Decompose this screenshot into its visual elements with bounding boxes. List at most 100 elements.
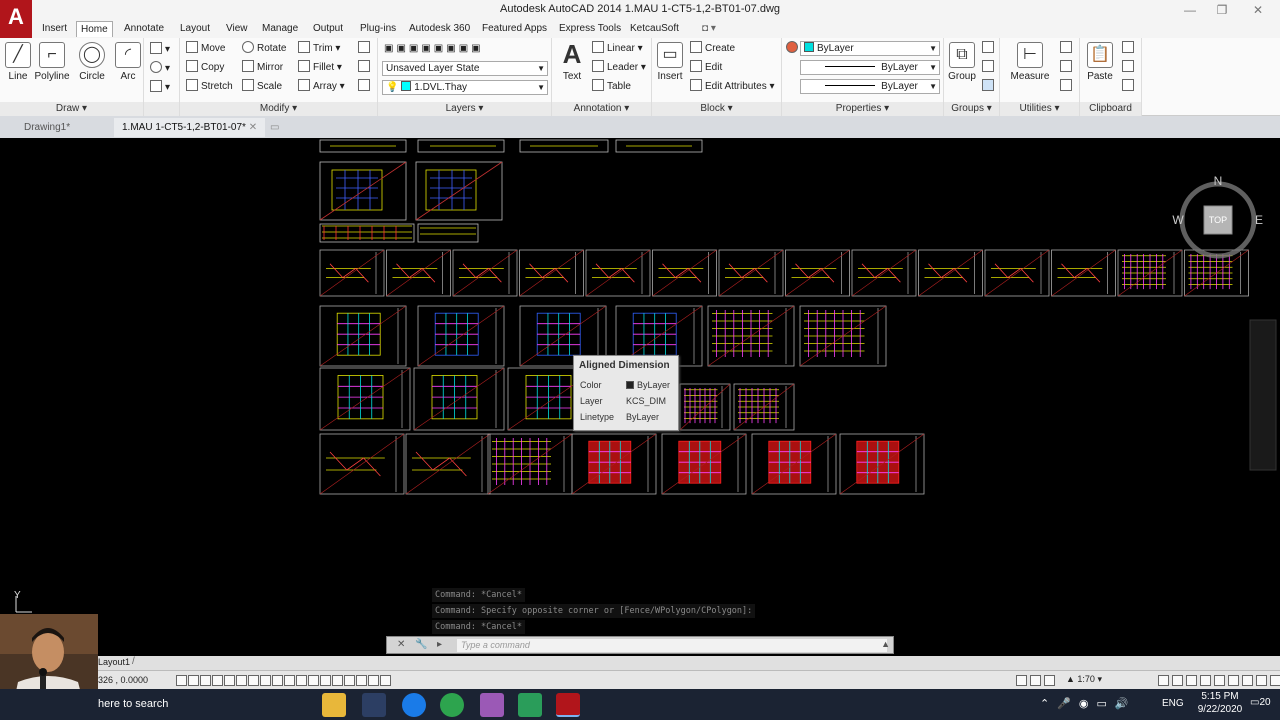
insert-block-button[interactable]: ▭ Insert xyxy=(652,42,688,82)
status-toggle-icon[interactable] xyxy=(236,675,247,686)
status-toggle-icon[interactable] xyxy=(356,675,367,686)
status-tool-icon[interactable] xyxy=(1016,675,1027,686)
panel-title-annotation[interactable]: Annotation ▾ xyxy=(552,102,651,116)
status-tool-icon[interactable] xyxy=(1256,675,1267,686)
status-toggle-icon[interactable] xyxy=(212,675,223,686)
command-input[interactable]: Type a command xyxy=(457,639,887,652)
status-tool-icon[interactable] xyxy=(1186,675,1197,686)
system-tray-icons[interactable]: ⌃🎤◉▭🔊 xyxy=(1040,697,1137,710)
autocad-taskbar-icon[interactable] xyxy=(556,693,580,717)
notification-center-icon[interactable]: ▭20 xyxy=(1250,697,1271,708)
tab-output[interactable]: Output xyxy=(309,21,347,37)
panel-title-modify[interactable]: Modify ▾ xyxy=(180,102,377,116)
array-button[interactable]: Array ▾ xyxy=(298,79,345,95)
doc-tab-active[interactable]: 1.MAU 1-CT5-1,2-BT01-07* ✕ xyxy=(114,118,266,137)
boundary-button[interactable]: ▾ xyxy=(150,80,170,96)
status-toggle-icon[interactable] xyxy=(224,675,235,686)
zalo-icon[interactable] xyxy=(402,693,426,717)
group-edit-icon[interactable] xyxy=(982,60,997,76)
rectangle-button[interactable]: ▾ xyxy=(150,42,170,58)
doc-tab-drawing1[interactable]: Drawing1* xyxy=(16,118,78,137)
quick-select-icon[interactable] xyxy=(1060,41,1075,57)
text-button[interactable]: A Text xyxy=(554,41,590,82)
mirror-button[interactable]: Mirror xyxy=(242,60,283,76)
paste-button[interactable]: 📋 Paste xyxy=(1082,42,1118,82)
line-button[interactable]: ╱ Line xyxy=(0,42,36,82)
match-icon[interactable] xyxy=(1122,79,1137,95)
tab-featured-apps[interactable]: Featured Apps xyxy=(478,21,551,37)
annotation-scale[interactable]: ▲ 1:70 ▾ xyxy=(1066,674,1102,685)
fillet-button[interactable]: Fillet ▾ xyxy=(298,60,342,76)
tab-overflow-icon[interactable]: ◘ ▾ xyxy=(698,21,720,37)
status-toggle-icon[interactable] xyxy=(260,675,271,686)
panel-title-utilities[interactable]: Utilities ▾ xyxy=(1000,102,1079,116)
tab-insert[interactable]: Insert xyxy=(38,21,71,37)
status-toggle-icon[interactable] xyxy=(188,675,199,686)
layer-tools-row[interactable]: ▣▣▣▣▣▣▣▣ xyxy=(384,41,484,57)
panel-title-block[interactable]: Block ▾ xyxy=(652,102,781,116)
offset-button[interactable] xyxy=(358,79,373,95)
leader-button[interactable]: Leader ▾ xyxy=(592,60,646,76)
status-toggle-icon[interactable] xyxy=(380,675,391,686)
status-toggle-icon[interactable] xyxy=(308,675,319,686)
calculator-icon[interactable] xyxy=(1060,79,1075,95)
status-toggle-icon[interactable] xyxy=(284,675,295,686)
linetype-select[interactable]: ByLayer ▼ xyxy=(800,79,940,94)
customize-icon[interactable]: 🔧 xyxy=(415,639,427,650)
status-toggle-icon[interactable] xyxy=(248,675,259,686)
camtasia-icon[interactable] xyxy=(518,693,542,717)
color-select[interactable]: ByLayer ▼ xyxy=(800,41,940,56)
tab-plug-ins[interactable]: Plug-ins xyxy=(356,21,400,37)
linear-dim-button[interactable]: Linear ▾ xyxy=(592,41,643,57)
status-tool-icon[interactable] xyxy=(1228,675,1239,686)
tab-annotate[interactable]: Annotate xyxy=(120,21,168,37)
app-icon[interactable] xyxy=(362,693,386,717)
panel-title-draw[interactable]: Draw ▾ xyxy=(0,102,143,116)
media-app-icon[interactable] xyxy=(480,693,504,717)
status-toggle-icon[interactable] xyxy=(200,675,211,686)
chevron-up-icon[interactable]: ▲ xyxy=(881,639,890,649)
erase-button[interactable] xyxy=(358,41,373,57)
file-explorer-icon[interactable] xyxy=(322,693,346,717)
trim-button[interactable]: Trim ▾ xyxy=(298,41,340,57)
panel-title-groups[interactable]: Groups ▾ xyxy=(944,102,999,116)
edit-attributes-button[interactable]: Edit Attributes ▾ xyxy=(690,79,775,95)
stretch-button[interactable]: Stretch xyxy=(186,79,233,95)
status-tool-icon[interactable] xyxy=(1030,675,1041,686)
select-all-icon[interactable] xyxy=(1060,60,1075,76)
restore-icon[interactable]: ❐ xyxy=(1212,2,1232,18)
create-block-button[interactable]: Create xyxy=(690,41,735,57)
taskbar-search[interactable]: here to search xyxy=(98,698,168,710)
status-toggle-icon[interactable] xyxy=(344,675,355,686)
explode-button[interactable] xyxy=(358,60,373,76)
new-tab-icon[interactable]: ▭ xyxy=(262,118,287,137)
chrome-icon[interactable] xyxy=(440,693,464,717)
status-toggle-icon[interactable] xyxy=(368,675,379,686)
tab-ketcausoft[interactable]: KetcauSoft xyxy=(626,21,683,37)
clock-time[interactable]: 5:15 PM xyxy=(1196,691,1244,702)
tab-home[interactable]: Home xyxy=(76,21,113,37)
tab-manage[interactable]: Manage xyxy=(258,21,302,37)
panel-title-clipboard[interactable]: Clipboard xyxy=(1080,102,1141,116)
input-language[interactable]: ENG xyxy=(1162,698,1184,709)
status-toggle-icon[interactable] xyxy=(332,675,343,686)
close-icon[interactable]: ✕ xyxy=(249,122,257,133)
minimize-icon[interactable]: — xyxy=(1180,2,1200,18)
status-tool-icon[interactable] xyxy=(1200,675,1211,686)
ungroup-icon[interactable] xyxy=(982,41,997,57)
panel-title-layers[interactable]: Layers ▾ xyxy=(378,102,551,116)
tab-express-tools[interactable]: Express Tools xyxy=(555,21,625,37)
tab-layout[interactable]: Layout xyxy=(176,21,214,37)
status-tool-icon[interactable] xyxy=(1214,675,1225,686)
status-toggle-icon[interactable] xyxy=(296,675,307,686)
lineweight-select[interactable]: ByLayer ▼ xyxy=(800,60,940,75)
copy-clip-icon[interactable] xyxy=(1122,60,1137,76)
status-tool-icon[interactable] xyxy=(1242,675,1253,686)
status-tool-icon[interactable] xyxy=(1172,675,1183,686)
close-icon[interactable]: ✕ xyxy=(1248,2,1268,18)
polyline-button[interactable]: ⌐ Polyline xyxy=(34,42,70,82)
measure-button[interactable]: ⊢ Measure xyxy=(1008,42,1052,82)
clock-date[interactable]: 9/22/2020 xyxy=(1190,704,1250,715)
rotate-button[interactable]: Rotate xyxy=(242,41,286,57)
current-layer-select[interactable]: 💡 1.DVL.Thay ▼ xyxy=(382,80,548,95)
